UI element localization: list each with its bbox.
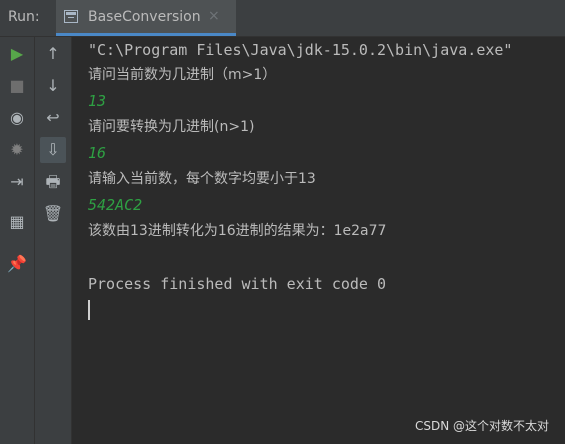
run-label: Run: bbox=[8, 9, 40, 25]
console-line-input-base: 13 bbox=[88, 92, 107, 110]
watermark: CSDN @这个对数不太对 bbox=[414, 419, 549, 433]
run-icon[interactable]: ▶ bbox=[4, 41, 30, 67]
down-arrow-icon[interactable]: ↓ bbox=[40, 73, 66, 99]
debug-icon[interactable]: ✹ bbox=[4, 137, 30, 163]
trash-icon[interactable]: 🗑 bbox=[40, 201, 66, 227]
console-line-prompt-target: 请问要转换为几进制(n>1) bbox=[88, 119, 255, 135]
console-toolbar: ↑ ↓ ↩ ⇩ 🖶 🗑 bbox=[35, 37, 72, 444]
stop-icon[interactable]: ■ bbox=[4, 73, 30, 99]
console-line-input-target: 16 bbox=[88, 144, 107, 162]
console-line-exit: Process finished with exit code 0 bbox=[88, 275, 387, 293]
scroll-to-end-icon[interactable]: ⇩ bbox=[40, 137, 66, 163]
console-tab-icon bbox=[64, 10, 78, 23]
run-header: Run: BaseConversion × bbox=[0, 0, 565, 37]
console-line-command: "C:\Program Files\Java\jdk-15.0.2\bin\ja… bbox=[88, 41, 513, 59]
console-line-prompt-base: 请问当前数为几进制（m>1） bbox=[88, 67, 277, 83]
tab-baseconversion[interactable]: BaseConversion × bbox=[56, 0, 236, 36]
login-icon[interactable]: ⇥ bbox=[4, 169, 30, 195]
print-icon[interactable]: 🖶 bbox=[40, 169, 66, 195]
layout-icon[interactable]: ▦ bbox=[4, 209, 30, 235]
tab-title: BaseConversion bbox=[88, 9, 201, 25]
console-line-prompt-number: 请输入当前数，每个数字均要小于13 bbox=[88, 171, 316, 187]
close-tab-icon[interactable]: × bbox=[208, 8, 220, 24]
run-tool-window: Run: BaseConversion × ▶ ■ ◉ ✹ ⇥ ▦ 📌 ↑ ↓ … bbox=[0, 0, 565, 444]
console-line-input-number: 542AC2 bbox=[88, 196, 143, 214]
pin-icon[interactable]: 📌 bbox=[4, 251, 30, 277]
camera-icon[interactable]: ◉ bbox=[4, 105, 30, 131]
up-arrow-icon[interactable]: ↑ bbox=[40, 41, 66, 67]
left-toolbar: ▶ ■ ◉ ✹ ⇥ ▦ 📌 bbox=[0, 37, 35, 444]
console-line-result: 该数由13进制转化为16进制的结果为：1e2a77 bbox=[88, 223, 387, 239]
console-output[interactable]: "C:\Program Files\Java\jdk-15.0.2\bin\ja… bbox=[72, 37, 565, 444]
text-cursor bbox=[88, 300, 90, 320]
soft-wrap-icon[interactable]: ↩ bbox=[40, 105, 66, 131]
